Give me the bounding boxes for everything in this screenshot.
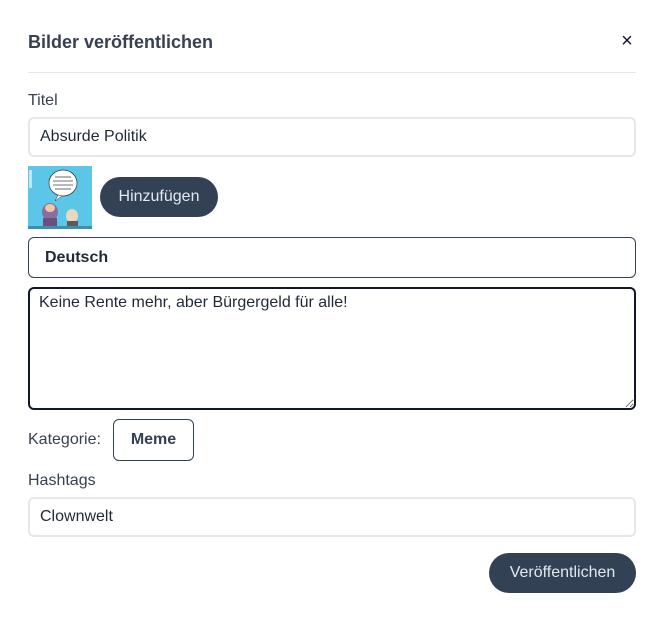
cartoon-thumbnail-image bbox=[28, 166, 92, 229]
publish-button[interactable]: Veröffentlichen bbox=[489, 553, 636, 593]
dialog-title: Bilder veröffentlichen bbox=[28, 32, 214, 52]
title-label: Titel bbox=[28, 92, 58, 109]
add-image-button[interactable]: Hinzufügen bbox=[100, 177, 218, 217]
close-icon[interactable]: × bbox=[618, 30, 636, 52]
hashtags-label: Hashtags bbox=[28, 472, 96, 489]
title-input[interactable] bbox=[28, 117, 636, 157]
category-button[interactable]: Meme bbox=[113, 419, 194, 461]
hashtags-input[interactable] bbox=[28, 497, 636, 537]
publish-images-dialog: Bilder veröffentlichen × Titel Hinzufüge… bbox=[0, 0, 665, 622]
language-select[interactable]: Deutsch bbox=[28, 237, 636, 278]
text-textarea[interactable]: Keine Rente mehr, aber Bürgergeld für al… bbox=[28, 287, 636, 410]
image-thumbnail[interactable] bbox=[28, 166, 92, 229]
dialog-header: Bilder veröffentlichen × bbox=[28, 26, 636, 73]
category-label: Kategorie: bbox=[28, 431, 101, 448]
